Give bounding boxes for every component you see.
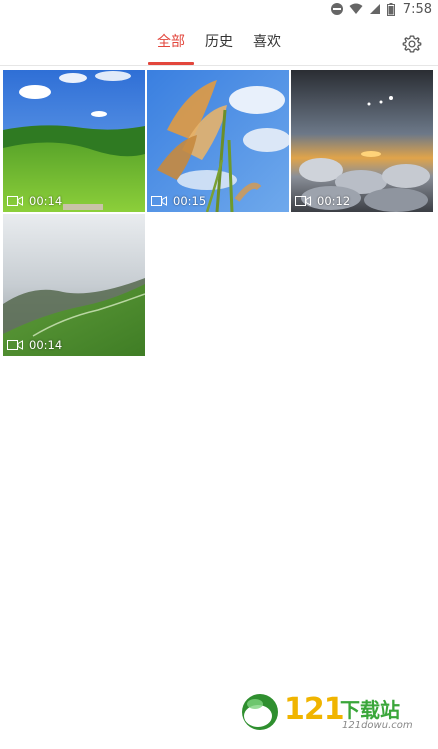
- gear-icon[interactable]: [402, 34, 422, 54]
- tab-all[interactable]: 全部: [157, 32, 185, 52]
- screen: 7:58 全部 历史 喜欢 00:14 00:15 00:12 00:14 12…: [0, 0, 438, 749]
- do-not-disturb-icon: [330, 3, 343, 15]
- video-meta: 00:14: [7, 194, 62, 208]
- logo-text: 下载站: [340, 698, 400, 722]
- battery-icon: [386, 2, 395, 16]
- video-duration: 00:15: [173, 194, 207, 208]
- thumbnail-misty-mountain: [3, 214, 145, 356]
- watermark-logo: 121 下载站 121dowu.com: [240, 690, 430, 740]
- thumbnail-green-hills: [3, 70, 145, 212]
- status-bar: 7:58: [0, 0, 438, 18]
- thumbnail-sunset-clouds: [291, 70, 433, 212]
- status-icons: 7:58: [330, 1, 432, 17]
- signal-icon: [369, 4, 380, 14]
- video-thumbnail[interactable]: 00:14: [3, 70, 145, 212]
- video-thumbnail[interactable]: 00:15: [147, 70, 289, 212]
- video-camera-icon: [7, 196, 23, 206]
- logo-ball-icon: [242, 694, 278, 730]
- video-thumbnail[interactable]: 00:14: [3, 214, 145, 356]
- video-duration: 00:12: [317, 194, 351, 208]
- logo-number: 121: [284, 692, 345, 727]
- video-camera-icon: [295, 196, 311, 206]
- video-duration: 00:14: [29, 194, 63, 208]
- wifi-icon: [349, 3, 363, 14]
- video-meta: 00:14: [7, 338, 62, 352]
- thumbnail-reed-grass: [147, 70, 289, 212]
- clock: 7:58: [402, 1, 432, 17]
- logo-url: 121dowu.com: [342, 720, 413, 731]
- video-thumbnail[interactable]: 00:12: [291, 70, 433, 212]
- video-camera-icon: [7, 340, 23, 350]
- video-duration: 00:14: [29, 338, 63, 352]
- tab-history[interactable]: 历史: [205, 32, 233, 52]
- video-camera-icon: [151, 196, 167, 206]
- video-meta: 00:15: [151, 194, 206, 208]
- video-meta: 00:12: [295, 194, 350, 208]
- tab-likes[interactable]: 喜欢: [253, 32, 281, 52]
- tab-bar: 全部 历史 喜欢: [0, 18, 438, 66]
- active-tab-indicator: [148, 62, 194, 65]
